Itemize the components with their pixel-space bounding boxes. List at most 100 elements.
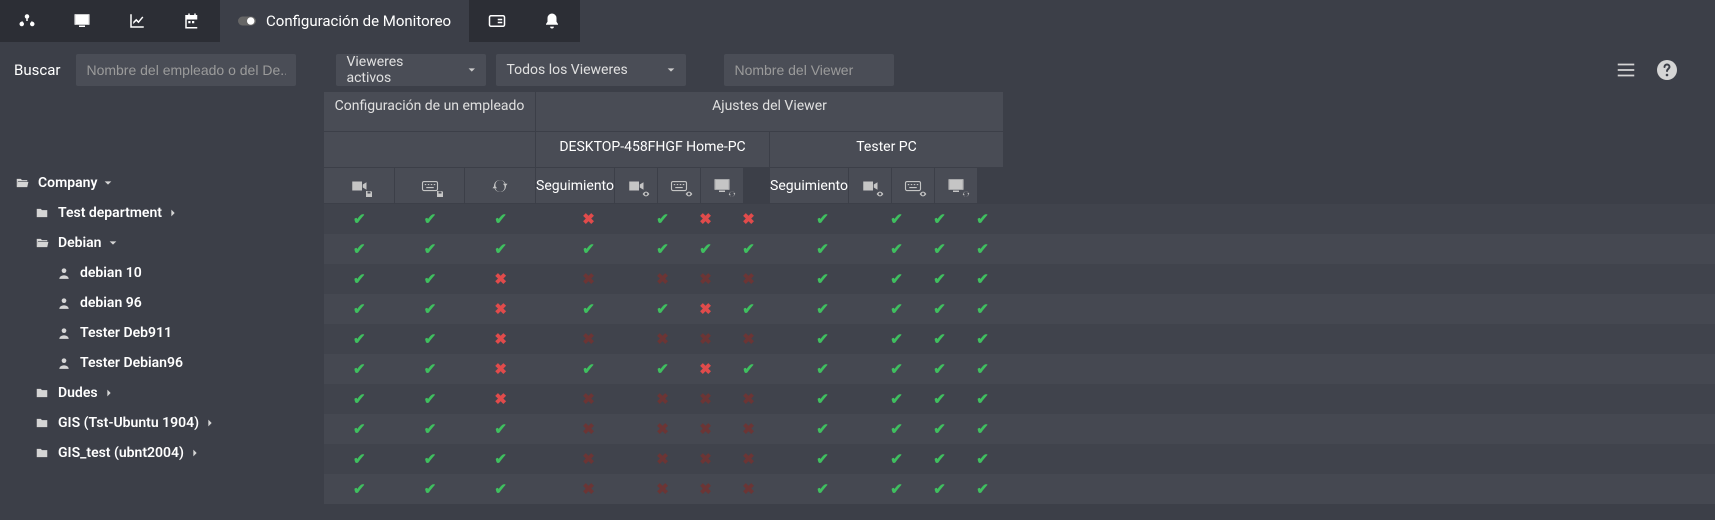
check-icon[interactable]: ✔	[353, 390, 366, 408]
cross-icon[interactable]: ✖	[742, 210, 755, 228]
hdr-pc2-cursor[interactable]	[935, 168, 978, 204]
check-icon[interactable]: ✔	[890, 240, 903, 258]
check-icon[interactable]: ✔	[890, 270, 903, 288]
check-icon[interactable]: ✔	[424, 270, 437, 288]
check-icon[interactable]: ✔	[816, 300, 829, 318]
tree-row[interactable]: Tester Deb911	[14, 318, 324, 348]
check-icon[interactable]: ✔	[656, 360, 669, 378]
check-icon[interactable]: ✔	[933, 420, 946, 438]
check-icon[interactable]: ✔	[933, 480, 946, 498]
check-icon[interactable]: ✔	[933, 330, 946, 348]
check-icon[interactable]: ✔	[890, 330, 903, 348]
check-icon[interactable]: ✔	[494, 240, 507, 258]
hdr-pc2-cam[interactable]	[849, 168, 892, 204]
check-icon[interactable]: ✔	[353, 360, 366, 378]
cross-icon[interactable]: ✖	[494, 300, 507, 318]
check-icon[interactable]: ✔	[933, 360, 946, 378]
check-icon[interactable]: ✔	[424, 480, 437, 498]
check-icon[interactable]: ✔	[816, 390, 829, 408]
check-icon[interactable]: ✔	[976, 390, 989, 408]
check-icon[interactable]: ✔	[933, 240, 946, 258]
check-icon[interactable]: ✔	[582, 360, 595, 378]
cross-icon[interactable]: ✖	[582, 270, 595, 288]
nav-tab-monitor[interactable]	[55, 0, 110, 42]
check-icon[interactable]: ✔	[933, 300, 946, 318]
cross-icon[interactable]: ✖	[656, 450, 669, 468]
hdr-pc1-cam[interactable]	[615, 168, 658, 204]
check-icon[interactable]: ✔	[494, 450, 507, 468]
cross-icon[interactable]: ✖	[656, 330, 669, 348]
viewer-name-input[interactable]	[724, 54, 894, 86]
check-icon[interactable]: ✔	[890, 420, 903, 438]
check-icon[interactable]: ✔	[890, 300, 903, 318]
dropdown-active-viewers[interactable]: Vieweres activos	[336, 54, 486, 86]
cross-icon[interactable]: ✖	[656, 390, 669, 408]
check-icon[interactable]: ✔	[494, 480, 507, 498]
tree-row[interactable]: GIS (Tst-Ubuntu 1904)	[14, 408, 324, 438]
hdr-pc1-cursor[interactable]	[701, 168, 744, 204]
cross-icon[interactable]: ✖	[656, 270, 669, 288]
tree-row[interactable]: GIS_test (ubnt2004)	[14, 438, 324, 468]
check-icon[interactable]: ✔	[933, 390, 946, 408]
hdr-pc1-key[interactable]	[658, 168, 701, 204]
check-icon[interactable]: ✔	[353, 450, 366, 468]
cross-icon[interactable]: ✖	[742, 450, 755, 468]
check-icon[interactable]: ✔	[976, 480, 989, 498]
help-icon[interactable]	[1655, 58, 1679, 82]
dropdown-all-viewers[interactable]: Todos los Vieweres	[496, 54, 686, 86]
cross-icon[interactable]: ✖	[582, 480, 595, 498]
cross-icon[interactable]: ✖	[699, 390, 712, 408]
hdr-emp-cam[interactable]	[324, 168, 395, 204]
cross-icon[interactable]: ✖	[582, 210, 595, 228]
cross-icon[interactable]: ✖	[699, 270, 712, 288]
cross-icon[interactable]: ✖	[742, 330, 755, 348]
list-view-icon[interactable]	[1615, 59, 1637, 81]
hdr-emp-key[interactable]	[395, 168, 466, 204]
hdr-emp-refresh[interactable]	[465, 168, 536, 204]
tree-row[interactable]: debian 10	[14, 258, 324, 288]
cross-icon[interactable]: ✖	[494, 270, 507, 288]
cross-icon[interactable]: ✖	[742, 270, 755, 288]
cross-icon[interactable]: ✖	[494, 390, 507, 408]
check-icon[interactable]: ✔	[424, 300, 437, 318]
nav-tab-monitoring-config[interactable]: Configuración de Monitoreo	[220, 0, 470, 42]
nav-tab-notifications[interactable]	[525, 0, 580, 42]
nav-tab-org[interactable]	[0, 0, 55, 42]
check-icon[interactable]: ✔	[933, 450, 946, 468]
check-icon[interactable]: ✔	[742, 360, 755, 378]
cross-icon[interactable]: ✖	[582, 450, 595, 468]
check-icon[interactable]: ✔	[890, 360, 903, 378]
search-input[interactable]	[76, 54, 296, 86]
cross-icon[interactable]: ✖	[656, 480, 669, 498]
check-icon[interactable]: ✔	[816, 450, 829, 468]
check-icon[interactable]: ✔	[816, 420, 829, 438]
cross-icon[interactable]: ✖	[699, 300, 712, 318]
check-icon[interactable]: ✔	[582, 300, 595, 318]
check-icon[interactable]: ✔	[976, 450, 989, 468]
cross-icon[interactable]: ✖	[699, 330, 712, 348]
check-icon[interactable]: ✔	[424, 390, 437, 408]
check-icon[interactable]: ✔	[890, 450, 903, 468]
check-icon[interactable]: ✔	[890, 390, 903, 408]
check-icon[interactable]: ✔	[976, 300, 989, 318]
check-icon[interactable]: ✔	[976, 360, 989, 378]
check-icon[interactable]: ✔	[656, 240, 669, 258]
check-icon[interactable]: ✔	[656, 300, 669, 318]
check-icon[interactable]: ✔	[353, 210, 366, 228]
check-icon[interactable]: ✔	[933, 270, 946, 288]
nav-tab-calendar[interactable]	[165, 0, 220, 42]
check-icon[interactable]: ✔	[424, 240, 437, 258]
check-icon[interactable]: ✔	[424, 360, 437, 378]
check-icon[interactable]: ✔	[424, 420, 437, 438]
check-icon[interactable]: ✔	[494, 420, 507, 438]
check-icon[interactable]: ✔	[976, 330, 989, 348]
check-icon[interactable]: ✔	[976, 240, 989, 258]
check-icon[interactable]: ✔	[816, 480, 829, 498]
cross-icon[interactable]: ✖	[742, 480, 755, 498]
tree-row[interactable]: Tester Debian96	[14, 348, 324, 378]
nav-tab-idcard[interactable]	[470, 0, 525, 42]
check-icon[interactable]: ✔	[890, 210, 903, 228]
cross-icon[interactable]: ✖	[699, 450, 712, 468]
cross-icon[interactable]: ✖	[699, 480, 712, 498]
check-icon[interactable]: ✔	[424, 210, 437, 228]
